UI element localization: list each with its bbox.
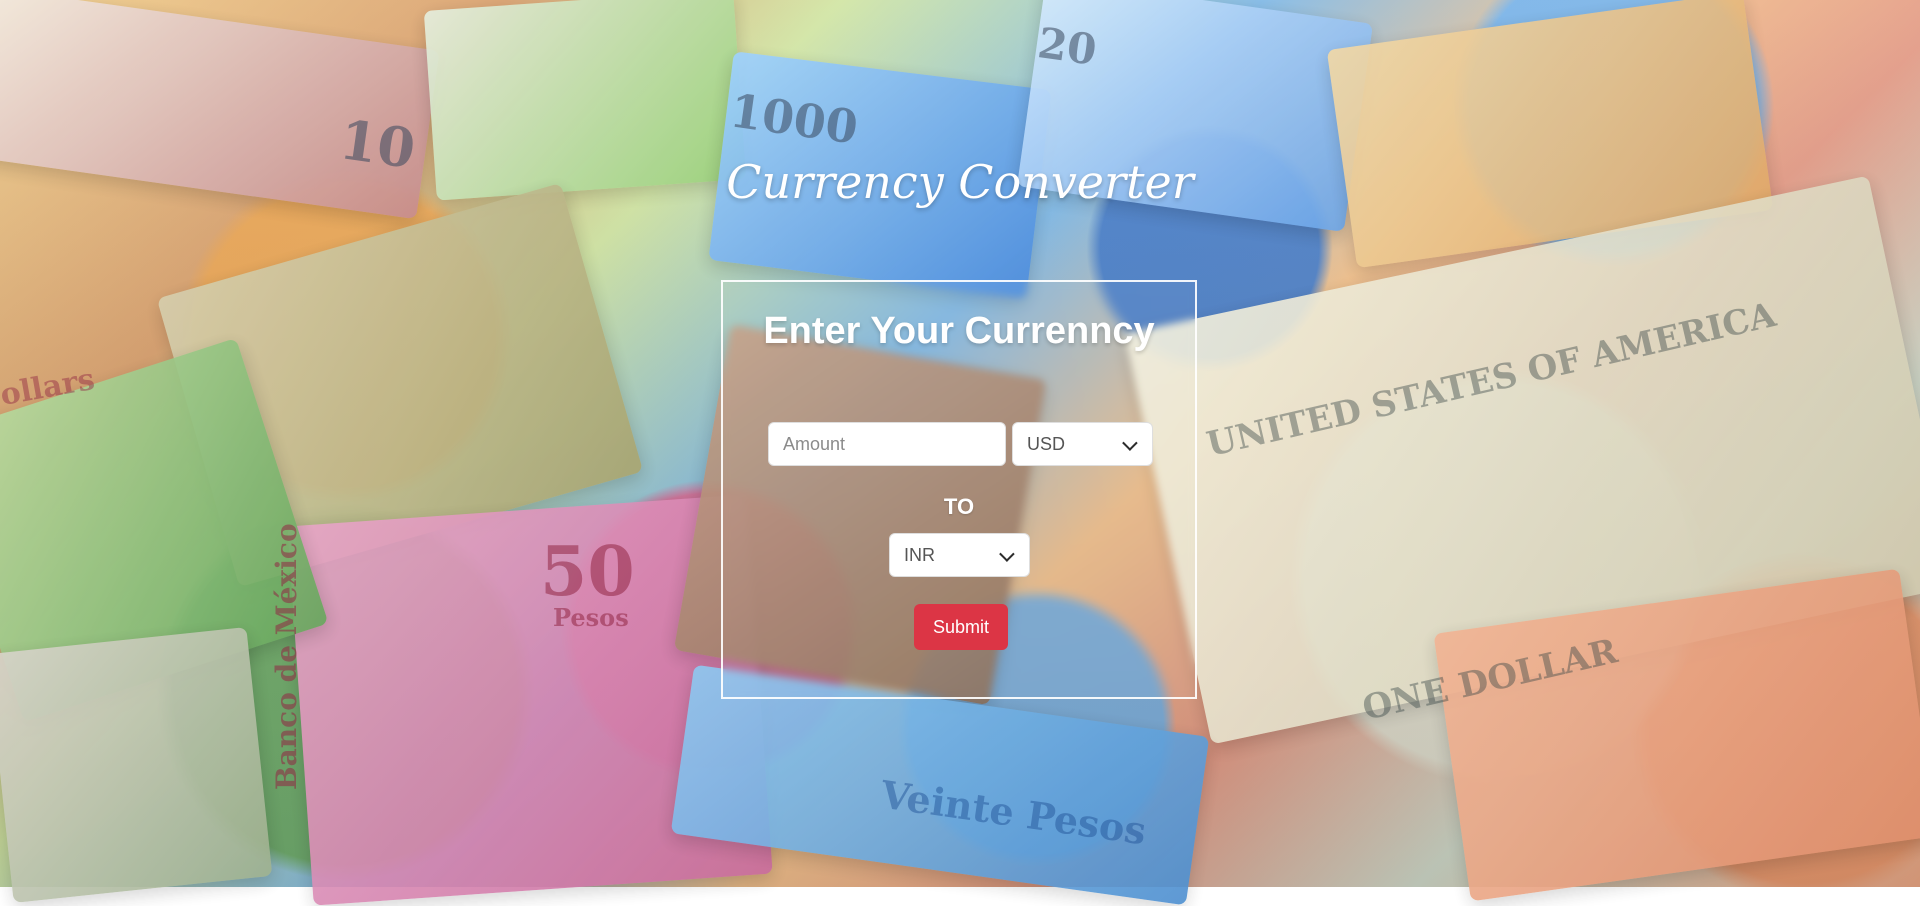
submit-button[interactable]: Submit — [914, 604, 1008, 650]
to-currency-value: INR — [904, 544, 935, 565]
currency-converter-panel: Enter Your Currenncy USD TO INR Submit — [721, 280, 1197, 699]
from-currency-value: USD — [1027, 433, 1066, 454]
to-currency-select[interactable]: INR — [889, 533, 1030, 577]
page-title: Currency Converter — [726, 155, 1194, 209]
background-banknote-text: 50 — [540, 532, 635, 612]
chevron-down-icon — [999, 545, 1015, 562]
background-banknote-text: 20 — [1034, 18, 1100, 75]
banknote — [0, 627, 273, 903]
to-label: TO — [943, 494, 975, 519]
background-banknote-text: Banco de México — [270, 523, 303, 790]
background-banknote-text: Pesos — [553, 603, 629, 632]
from-currency-select[interactable]: USD — [1012, 422, 1153, 466]
chevron-down-icon — [1122, 434, 1138, 451]
amount-input[interactable] — [768, 422, 1006, 466]
form-heading: Enter Your Currenncy — [763, 310, 1155, 352]
